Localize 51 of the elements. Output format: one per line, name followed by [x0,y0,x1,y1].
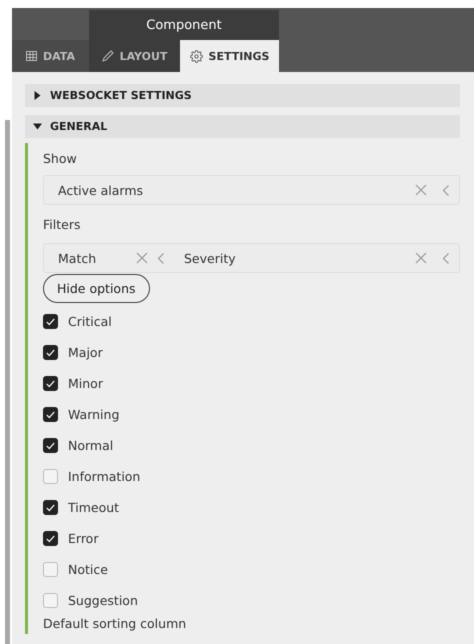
checkbox[interactable] [43,593,58,608]
checkbox[interactable] [43,469,58,484]
clear-icon[interactable] [415,184,427,196]
option-label: Timeout [68,500,120,515]
filter-field[interactable]: Match Severity [43,243,460,273]
scrollbar[interactable] [5,120,10,644]
field-label: Default sorting column [43,616,188,633]
option-label: Critical [68,314,112,329]
panel-title: Component [89,10,279,40]
checkbox[interactable] [43,438,58,453]
section-header[interactable]: WEBSOCKET SETTINGS [25,84,460,107]
checkbox[interactable] [43,345,58,360]
grid-icon [26,51,38,61]
chevron-left-icon[interactable] [443,184,449,196]
checkmark-icon [46,380,55,388]
checkmark-icon [46,318,55,326]
caret-down-icon [33,122,42,131]
option-label: Minor [68,376,103,391]
clear-icon[interactable] [415,252,427,264]
option-label: Suggestion [68,593,138,608]
checkmark-icon [46,504,55,512]
option-label: Information [68,469,140,484]
checkbox[interactable] [43,562,58,577]
select-field[interactable]: Active alarms [43,175,460,205]
clear-icon[interactable] [136,252,148,264]
checkmark-icon [46,348,55,356]
caret-right-icon [33,91,42,100]
checkbox[interactable] [43,407,58,422]
option-label: Normal [68,438,114,453]
field-label: Show [43,151,78,168]
tab[interactable]: SETTINGS [180,40,279,72]
field-label: Filters [43,217,82,234]
option-label: Notice [68,562,108,577]
checkbox[interactable] [43,500,58,515]
checkbox[interactable] [43,531,58,546]
option-label: Warning [68,407,120,422]
checkbox[interactable] [43,314,58,329]
checkbox[interactable] [43,376,58,391]
gear-icon [190,50,203,62]
tab[interactable]: DATA [12,40,89,72]
section-header[interactable]: GENERAL [25,115,460,138]
checkmark-icon [46,534,55,542]
chevron-left-icon[interactable] [443,252,449,264]
chevron-left-icon[interactable] [158,252,164,264]
pen-icon [102,50,114,62]
checkmark-icon [46,442,55,450]
option-label: Major [68,345,103,360]
hide-options-button[interactable]: Hide options [43,274,150,303]
option-label: Error [68,531,98,546]
checkmark-icon [46,410,55,418]
tab[interactable]: LAYOUT [89,40,180,72]
